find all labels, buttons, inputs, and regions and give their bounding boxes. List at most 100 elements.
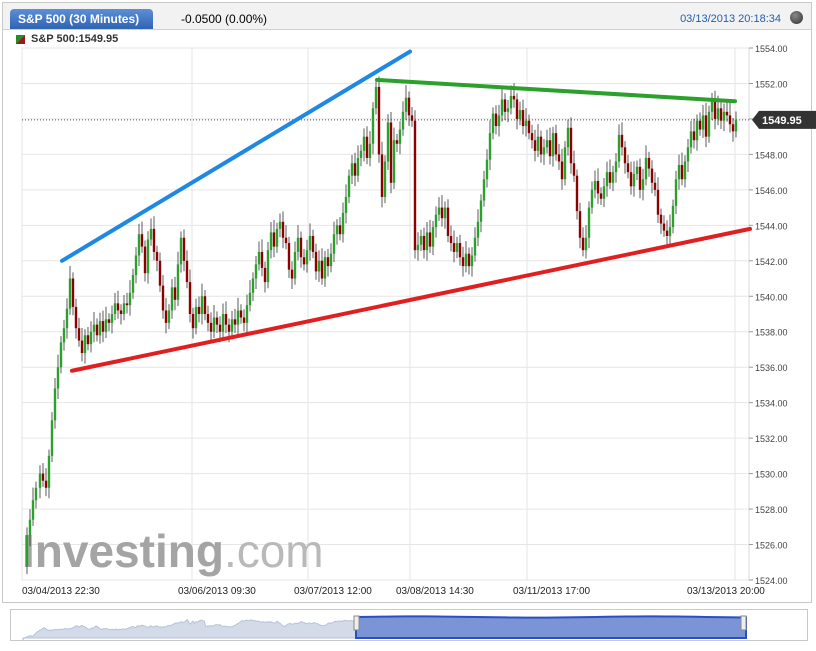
navigator-right-handle[interactable] xyxy=(740,615,747,631)
candle-body xyxy=(383,161,387,197)
y-tick-label: 1534.00 xyxy=(755,399,788,409)
candle-body xyxy=(713,101,717,119)
candle-body xyxy=(326,257,330,267)
candle-body xyxy=(146,239,150,274)
candle-body xyxy=(41,473,45,481)
y-tick-label: 1526.00 xyxy=(755,541,788,551)
candle-body xyxy=(260,251,264,268)
candle-body xyxy=(80,340,84,354)
candle-body xyxy=(698,120,702,130)
candle-body xyxy=(110,314,114,323)
watermark-suffix: .com xyxy=(224,525,324,577)
candle-body xyxy=(626,163,630,173)
candle-body xyxy=(575,175,579,212)
candle-body xyxy=(689,131,693,148)
candle-body xyxy=(413,120,417,251)
candle-body xyxy=(440,207,444,219)
candle-body xyxy=(194,306,198,329)
candle-body xyxy=(380,154,384,197)
candle-body xyxy=(170,287,174,311)
candle-body xyxy=(137,234,141,256)
x-axis: 03/04/2013 22:30 03/06/2013 09:30 03/07/20… xyxy=(22,586,765,597)
candle-body xyxy=(458,243,462,258)
candle-body xyxy=(695,120,699,141)
candle-body xyxy=(434,214,438,228)
candle-body xyxy=(317,260,321,272)
candle-body xyxy=(368,143,372,158)
y-tick-label: 1544.00 xyxy=(755,221,788,231)
candle-body xyxy=(86,335,90,345)
candle-body xyxy=(422,235,426,251)
candle-body xyxy=(89,331,93,345)
candle-body xyxy=(332,234,336,254)
candle-body xyxy=(323,257,327,279)
x-tick-label: 03/08/2013 14:30 xyxy=(396,586,474,597)
candle-body xyxy=(185,260,189,283)
candle-body xyxy=(314,251,318,272)
candle-body xyxy=(215,317,219,325)
candle-body xyxy=(617,134,621,162)
candle-body xyxy=(254,264,258,279)
price-marker-label: 1549.95 xyxy=(762,115,802,127)
navigator[interactable] xyxy=(10,609,808,641)
candle-body xyxy=(197,306,201,314)
candle-body xyxy=(449,235,453,244)
candle-body xyxy=(50,420,54,456)
candle-body xyxy=(476,221,480,238)
candle-body xyxy=(542,147,546,155)
candle-body xyxy=(344,196,348,213)
candle-body xyxy=(296,237,300,252)
candle-body xyxy=(122,303,126,314)
price-marker: 1549.95 xyxy=(752,110,816,129)
y-tick-label: 1548.00 xyxy=(755,150,788,160)
candle-body xyxy=(473,237,477,256)
candle-body xyxy=(500,99,504,116)
candle-body xyxy=(533,140,537,151)
y-tick-label: 1524.00 xyxy=(755,576,788,586)
candle-body xyxy=(230,319,234,332)
candle-body xyxy=(227,324,231,332)
navigator-left-handle[interactable] xyxy=(353,615,360,631)
candle-body xyxy=(647,157,651,169)
candle-body xyxy=(149,228,153,240)
candle-body xyxy=(272,232,276,247)
candle-body xyxy=(47,455,51,488)
candle-body xyxy=(557,154,561,162)
candle-body xyxy=(545,140,549,148)
candle-body xyxy=(284,237,288,244)
plot-area xyxy=(21,47,750,581)
candle-body xyxy=(176,264,180,300)
candle-body xyxy=(515,99,519,119)
candle-body xyxy=(680,165,684,180)
candle-body xyxy=(25,535,29,566)
candle-body xyxy=(266,250,270,283)
candle-body xyxy=(728,115,732,125)
price-chart[interactable]: 1524.00 1526.00 1528.00 1530.00 1532.00 1534.… xyxy=(0,0,816,605)
watermark-brand: Investing xyxy=(22,525,224,577)
candle-body xyxy=(155,251,159,261)
y-tick-label: 1540.00 xyxy=(755,292,788,302)
candle-body xyxy=(140,234,144,247)
candle-body xyxy=(464,253,468,267)
candle-body xyxy=(164,310,168,323)
candle-body xyxy=(704,115,708,137)
candle-body xyxy=(395,140,399,144)
candle-body xyxy=(311,235,315,252)
candle-body xyxy=(107,319,111,323)
candle-body xyxy=(425,232,429,251)
candle-body xyxy=(584,237,588,251)
candle-body xyxy=(491,113,495,134)
candle-body xyxy=(560,161,564,180)
candle-body xyxy=(512,95,516,100)
candle-body xyxy=(305,250,309,265)
candle-body xyxy=(161,285,165,311)
candle-body xyxy=(536,136,540,151)
candle-body xyxy=(347,175,351,197)
candle-body xyxy=(623,147,627,164)
candle-body xyxy=(404,97,408,112)
candle-body xyxy=(524,120,528,127)
candle-body xyxy=(101,321,105,332)
candle-body xyxy=(530,133,534,141)
candle-body xyxy=(551,133,555,157)
candle-body xyxy=(692,131,696,141)
